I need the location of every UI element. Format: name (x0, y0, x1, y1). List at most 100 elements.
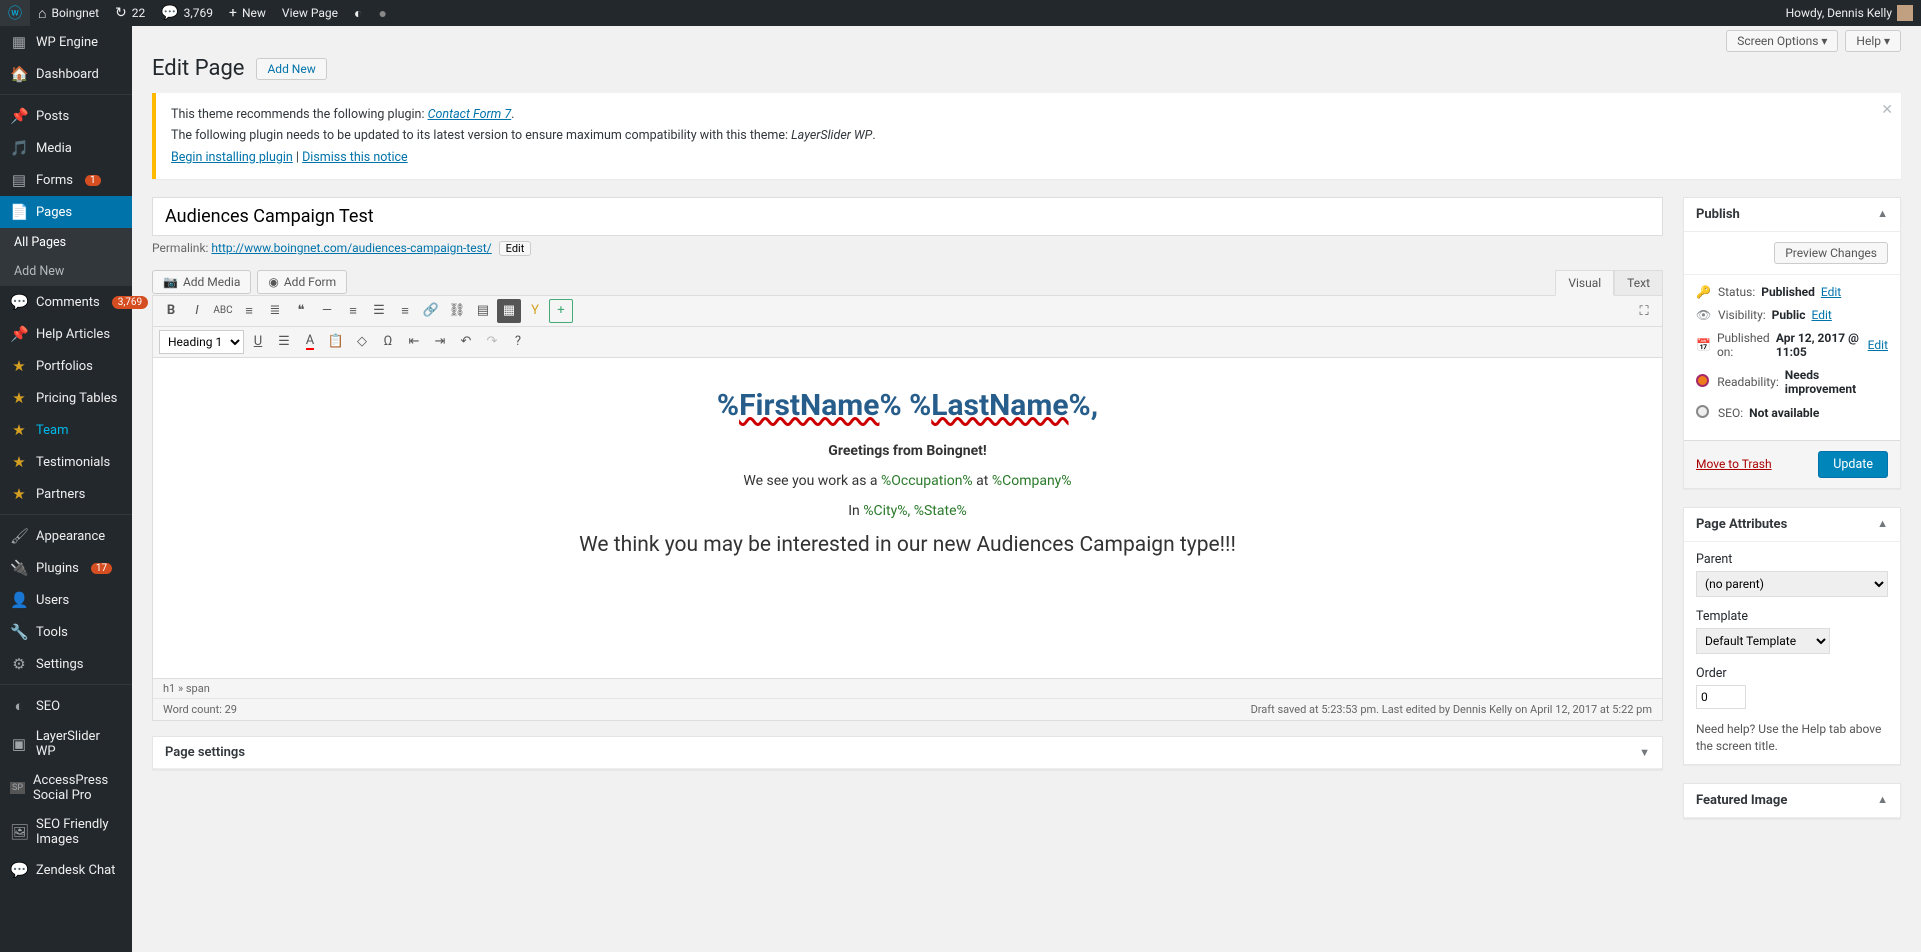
sidebar-item-settings[interactable]: ⚙Settings (0, 648, 132, 680)
plugin-link[interactable]: Contact Form 7 (428, 107, 512, 122)
page-title-input[interactable] (152, 197, 1663, 236)
textcolor-button[interactable]: A (298, 330, 322, 354)
trash-link[interactable]: Move to Trash (1696, 457, 1772, 471)
publish-metabox: Publish▲ Preview Changes 🔑Status: Publis… (1683, 197, 1901, 489)
view-page-link[interactable]: View Page (274, 0, 346, 26)
add-media-button[interactable]: 📷Add Media (152, 270, 251, 294)
outdent-button[interactable]: ⇤ (402, 330, 426, 354)
close-icon[interactable]: ✕ (1881, 99, 1893, 123)
hr-button[interactable]: — (315, 299, 339, 323)
format-select[interactable]: Heading 1 (159, 330, 244, 354)
wp-logo[interactable]: ⓦ (0, 0, 30, 26)
fullscreen-button[interactable]: ⛶ (1632, 300, 1656, 324)
template-select[interactable]: Default Template (1696, 628, 1830, 654)
toolbar-toggle-button[interactable]: ▦ (497, 299, 521, 323)
sidebar-item-forms[interactable]: ▤Forms1 (0, 164, 132, 196)
justify-button[interactable]: ☰ (272, 330, 296, 354)
bold-button[interactable]: B (159, 299, 183, 323)
new-link[interactable]: +New (221, 0, 274, 26)
readability-icon (1696, 374, 1711, 390)
sidebar-item-pricing[interactable]: ★Pricing Tables (0, 382, 132, 414)
sidebar-item-users[interactable]: 👤Users (0, 584, 132, 616)
sidebar-item-seofriendly[interactable]: 🖼SEO Friendly Images (0, 810, 132, 854)
indent-button[interactable]: ⇥ (428, 330, 452, 354)
edit-permalink-button[interactable]: Edit (499, 241, 532, 256)
sidebar-item-pages[interactable]: 📄Pages (0, 196, 132, 228)
screen-options-button[interactable]: Screen Options ▾ (1726, 30, 1838, 52)
unlink-button[interactable]: ⛓ (445, 299, 469, 323)
install-plugin-link[interactable]: Begin installing plugin (171, 150, 293, 165)
sidebar-item-plugins[interactable]: 🔌Plugins17 (0, 552, 132, 584)
help-button[interactable]: Help ▾ (1845, 30, 1901, 52)
page-settings-header[interactable]: Page settings▼ (153, 737, 1662, 769)
quote-button[interactable]: ❝ (289, 299, 313, 323)
dismiss-link[interactable]: Dismiss this notice (302, 150, 408, 165)
sidebar-subitem-allpages[interactable]: All Pages (0, 228, 132, 257)
clear-button[interactable]: ◇ (350, 330, 374, 354)
sidebar-item-portfolios[interactable]: ★Portfolios (0, 350, 132, 382)
comments-link[interactable]: 💬3,769 (153, 0, 221, 26)
key-icon: 🔑 (1696, 285, 1712, 299)
sidebar-item-tools[interactable]: 🔧Tools (0, 616, 132, 648)
underline-button[interactable]: U (246, 330, 270, 354)
yoast-button[interactable]: Y (523, 299, 547, 323)
media-icon: 🎵 (10, 139, 28, 157)
undo-button[interactable]: ↶ (454, 330, 478, 354)
seo-toolbar[interactable]: ◐ (346, 0, 370, 26)
camera-icon: 📷 (163, 275, 178, 289)
user-menu[interactable]: Howdy, Dennis Kelly (1778, 0, 1921, 26)
site-link[interactable]: ⌂Boingnet (30, 0, 107, 26)
sidebar-item-posts[interactable]: 📌Posts (0, 100, 132, 132)
align-right-button[interactable]: ≡ (393, 299, 417, 323)
sidebar-item-testimonials[interactable]: ★Testimonials (0, 446, 132, 478)
edit-status-link[interactable]: Edit (1821, 285, 1841, 299)
sidebar-item-team[interactable]: ★Team (0, 414, 132, 446)
sidebar-item-wpengine[interactable]: ▦WP Engine (0, 26, 132, 58)
link-button[interactable]: 🔗 (419, 299, 443, 323)
attributes-header[interactable]: Page Attributes▲ (1684, 508, 1900, 542)
sidebar-item-help[interactable]: 📌Help Articles (0, 318, 132, 350)
sidebar-subitem-addnew[interactable]: Add New (0, 257, 132, 286)
sidebar-item-dashboard[interactable]: 🏠Dashboard (0, 58, 132, 90)
text-tab[interactable]: Text (1614, 270, 1663, 295)
parent-select[interactable]: (no parent) (1696, 571, 1888, 597)
sidebar-item-layerslider[interactable]: ▣LayerSlider WP (0, 722, 132, 766)
align-left-button[interactable]: ≡ (341, 299, 365, 323)
sidebar-item-appearance[interactable]: 🖌Appearance (0, 520, 132, 552)
sidebar-item-comments[interactable]: 💬Comments3,769 (0, 286, 132, 318)
order-input[interactable] (1696, 685, 1746, 709)
strike-button[interactable]: ABC (211, 299, 235, 323)
circle-icon: ● (378, 5, 386, 22)
element-path[interactable]: h1 » span (153, 679, 1662, 699)
preview-button[interactable]: Preview Changes (1774, 242, 1888, 264)
sidebar-item-seo[interactable]: ◐SEO (0, 690, 132, 722)
ul-button[interactable]: ≡ (237, 299, 261, 323)
permalink-link[interactable]: http://www.boingnet.com/audiences-campai… (211, 241, 491, 255)
align-center-button[interactable]: ☰ (367, 299, 391, 323)
char-button[interactable]: Ω (376, 330, 400, 354)
sidebar-item-media[interactable]: 🎵Media (0, 132, 132, 164)
sidebar-item-accesspress[interactable]: SPAccessPress Social Pro (0, 766, 132, 810)
italic-button[interactable]: I (185, 299, 209, 323)
sidebar-item-zendesk[interactable]: 💬Zendesk Chat (0, 854, 132, 886)
publish-header[interactable]: Publish▲ (1684, 198, 1900, 232)
extra-toolbar[interactable]: ● (370, 0, 394, 26)
add-new-button[interactable]: Add New (256, 58, 326, 80)
edit-visibility-link[interactable]: Edit (1811, 308, 1831, 322)
redo-button[interactable]: ↷ (480, 330, 504, 354)
updates-link[interactable]: ↻22 (107, 0, 153, 26)
editor-content[interactable]: %FirstName% %LastName%, Greetings from B… (153, 358, 1662, 678)
ol-button[interactable]: ≣ (263, 299, 287, 323)
edit-date-link[interactable]: Edit (1868, 338, 1888, 352)
paste-button[interactable]: 📋 (324, 330, 348, 354)
sidebar-item-partners[interactable]: ★Partners (0, 478, 132, 510)
visual-tab[interactable]: Visual (1555, 270, 1614, 296)
chevron-up-icon: ▲ (1877, 793, 1888, 808)
help-editor-button[interactable]: ? (506, 330, 530, 354)
insert-button[interactable]: + (549, 299, 573, 323)
featured-image-header[interactable]: Featured Image▲ (1684, 784, 1900, 818)
update-button[interactable]: Update (1818, 451, 1888, 478)
pin-icon: 📌 (10, 107, 28, 125)
add-form-button[interactable]: ◉Add Form (257, 270, 347, 294)
more-button[interactable]: ▤ (471, 299, 495, 323)
